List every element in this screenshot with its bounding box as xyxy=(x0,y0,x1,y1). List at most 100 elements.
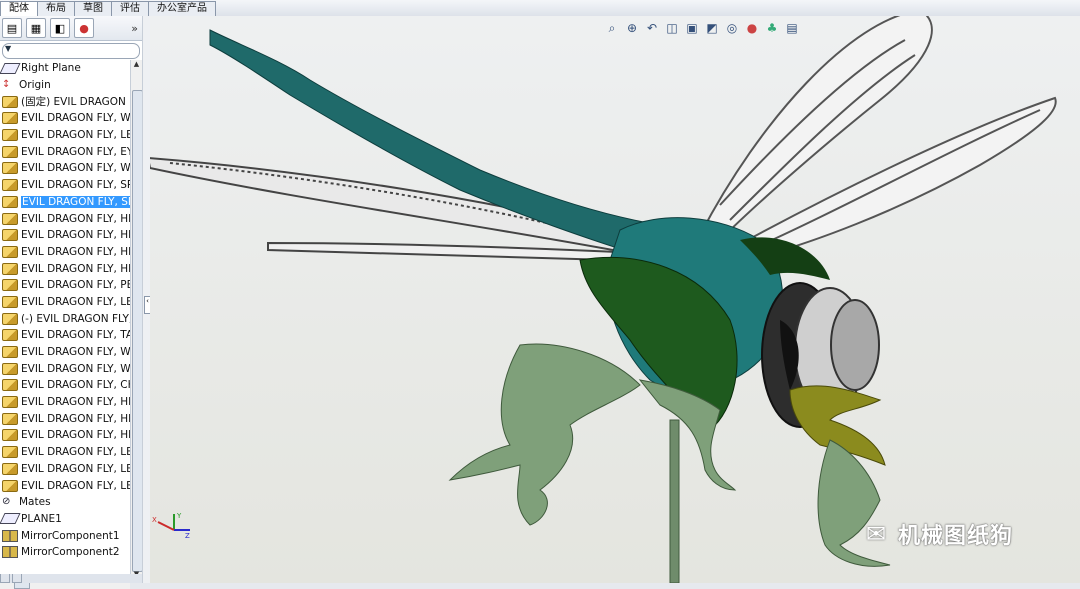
tree-item[interactable]: EVIL DRAGON FLY, LEC xyxy=(0,127,130,144)
reference-triad-icon: X Y Z xyxy=(152,512,190,540)
part-icon xyxy=(2,145,18,158)
part-icon xyxy=(2,329,18,342)
part-icon xyxy=(2,212,18,225)
display-manager-icon[interactable]: ● xyxy=(74,18,94,38)
bottom-tab-2[interactable] xyxy=(12,574,22,583)
expand-panel-button[interactable]: » xyxy=(131,22,138,35)
part-icon xyxy=(2,295,18,308)
part-icon xyxy=(2,129,18,142)
tree-item[interactable]: EVIL DRAGON FLY, WI xyxy=(0,344,130,361)
tree-item[interactable]: EVIL DRAGON FLY, WI xyxy=(0,110,130,127)
tree-item[interactable]: EVIL DRAGON FLY, EYE xyxy=(0,143,130,160)
tree-item[interactable]: EVIL DRAGON FLY, LEC xyxy=(0,477,130,494)
part-icon xyxy=(2,479,18,492)
bottom-tab-1[interactable] xyxy=(0,574,10,583)
tree-item[interactable]: EVIL DRAGON FLY, SPI xyxy=(0,177,130,194)
part-icon xyxy=(2,262,18,275)
tree-item[interactable]: EVIL DRAGON FLY, HE. xyxy=(0,227,130,244)
tree-item-label: PLANE1 xyxy=(21,512,62,525)
tree-item[interactable]: EVIL DRAGON FLY, LEC xyxy=(0,294,130,311)
property-manager-icon[interactable]: ▦ xyxy=(26,18,46,38)
part-icon xyxy=(2,112,18,125)
tab-evaluate[interactable]: 评估 xyxy=(111,1,149,16)
tree-item[interactable]: EVIL DRAGON FLY, HE. xyxy=(0,410,130,427)
graphics-area[interactable]: ⌕ ⊕ ↶ ◫ ▣ ◩ ◎ ● ♣ ▤ X Y Z ✉ 机械图纸狗 xyxy=(150,16,1080,583)
tree-item-label: EVIL DRAGON FLY, LEC xyxy=(21,446,130,459)
part-icon xyxy=(2,429,18,442)
tree-item[interactable]: EVIL DRAGON FLY, HE. xyxy=(0,394,130,411)
part-icon xyxy=(2,446,18,459)
tree-item[interactable]: EVIL DRAGON FLY, HE xyxy=(0,244,130,261)
tree-item[interactable]: EVIL DRAGON FLY, LEC xyxy=(0,444,130,461)
tree-item[interactable]: EVIL DRAGON FLY, TAI xyxy=(0,327,130,344)
tree-item-label: EVIL DRAGON FLY, LEC xyxy=(21,479,130,492)
tree-item-label: MirrorComponent1 xyxy=(21,529,120,542)
tree-item-label: EVIL DRAGON FLY, SPI xyxy=(21,179,130,192)
tree-item[interactable]: EVIL DRAGON FLY, SPI xyxy=(0,194,130,211)
feature-tree-icon[interactable]: ▤ xyxy=(2,18,22,38)
tree-item[interactable]: EVIL DRAGON FLY, CH xyxy=(0,377,130,394)
tree-item-label: Right Plane xyxy=(21,62,81,75)
dragonfly-model[interactable] xyxy=(150,16,1080,583)
tree-item[interactable]: EVIL DRAGON FLY, LEC xyxy=(0,461,130,478)
tree-item-label: Origin xyxy=(19,79,51,92)
tree-item-label: EVIL DRAGON FLY, EYE xyxy=(21,145,130,158)
tree-item-label: EVIL DRAGON FLY, TAI xyxy=(21,329,130,342)
tree-item-label: Mates xyxy=(19,496,51,509)
part-icon xyxy=(2,396,18,409)
tree-item-label: EVIL DRAGON FLY, HE. xyxy=(21,229,130,242)
tree-item-label: EVIL DRAGON FLY, WI xyxy=(21,346,130,359)
tab-office-products[interactable]: 办公室产品 xyxy=(148,1,216,16)
mirror-icon xyxy=(2,529,18,542)
svg-text:Z: Z xyxy=(185,532,190,540)
feature-tree: Right Plane ↕ Origin (固定) EVIL DRAGON F EVIL… xyxy=(0,60,130,561)
plane-icon xyxy=(0,513,21,525)
tree-item[interactable]: EVIL DRAGON FLY, HE xyxy=(0,260,130,277)
scroll-up-icon[interactable]: ▲ xyxy=(131,60,142,70)
tree-item-label: EVIL DRAGON FLY, LEC xyxy=(21,129,130,142)
tree-item[interactable]: ⊘ Mates xyxy=(0,494,130,511)
tree-item[interactable]: EVIL DRAGON FLY, WI xyxy=(0,160,130,177)
part-icon xyxy=(2,95,18,108)
tree-item[interactable]: EVIL DRAGON FLY, HE. xyxy=(0,427,130,444)
tree-item-label: EVIL DRAGON FLY, SPI xyxy=(21,195,130,208)
part-icon xyxy=(2,462,18,475)
tree-item[interactable]: EVIL DRAGON FLY, HE. xyxy=(0,210,130,227)
tree-vertical-scrollbar[interactable]: ▲ ▼ xyxy=(130,60,143,580)
tab-assembly[interactable]: 配体 xyxy=(0,1,38,16)
svg-text:X: X xyxy=(152,516,157,524)
command-manager-tabs: 配体 布局 草图 评估 办公室产品 xyxy=(0,0,1080,16)
feature-manager-pane: ▤ ▦ ◧ ● » ▼ Right Plane ↕ Origin (固定) EVIL … xyxy=(0,16,143,589)
tab-layout[interactable]: 布局 xyxy=(37,1,75,16)
plane-icon xyxy=(0,62,21,74)
tree-item[interactable]: ↕ Origin xyxy=(0,77,130,94)
part-icon xyxy=(2,312,18,325)
configuration-manager-icon[interactable]: ◧ xyxy=(50,18,70,38)
tree-item[interactable]: (固定) EVIL DRAGON F xyxy=(0,93,130,110)
feature-manager-toolbar: ▤ ▦ ◧ ● » xyxy=(0,16,142,41)
tree-item[interactable]: (-) EVIL DRAGON FLY, xyxy=(0,310,130,327)
tree-item-label: EVIL DRAGON FLY, LEC xyxy=(21,295,130,308)
tree-item-label: EVIL DRAGON FLY, WI xyxy=(21,362,130,375)
tree-item[interactable]: Right Plane xyxy=(0,60,130,77)
tree-item-label: EVIL DRAGON FLY, WI xyxy=(21,162,130,175)
rear-legs xyxy=(448,343,641,526)
part-icon xyxy=(2,346,18,359)
filter-dropdown-icon[interactable]: ▼ xyxy=(5,44,11,53)
watermark-text: 机械图纸狗 xyxy=(898,524,1014,549)
tab-sketch[interactable]: 草图 xyxy=(74,1,112,16)
tree-item-label: EVIL DRAGON FLY, HE xyxy=(21,245,130,258)
tree-item-label: EVIL DRAGON FLY, HE xyxy=(21,262,130,275)
part-icon xyxy=(2,412,18,425)
tree-item[interactable]: MirrorComponent2 xyxy=(0,544,130,561)
tree-item[interactable]: EVIL DRAGON FLY, PEI xyxy=(0,277,130,294)
tree-item-label: EVIL DRAGON FLY, LEC xyxy=(21,462,130,475)
tree-item[interactable]: EVIL DRAGON FLY, WI xyxy=(0,360,130,377)
watermark: ✉ 机械图纸狗 xyxy=(860,518,1013,550)
tree-filter-input[interactable]: ▼ xyxy=(2,43,140,59)
part-icon xyxy=(2,279,18,292)
tree-item[interactable]: MirrorComponent1 xyxy=(0,527,130,544)
tree-item[interactable]: PLANE1 xyxy=(0,511,130,528)
tree-item-label: (固定) EVIL DRAGON F xyxy=(21,96,130,109)
tail-abdomen xyxy=(209,29,661,256)
